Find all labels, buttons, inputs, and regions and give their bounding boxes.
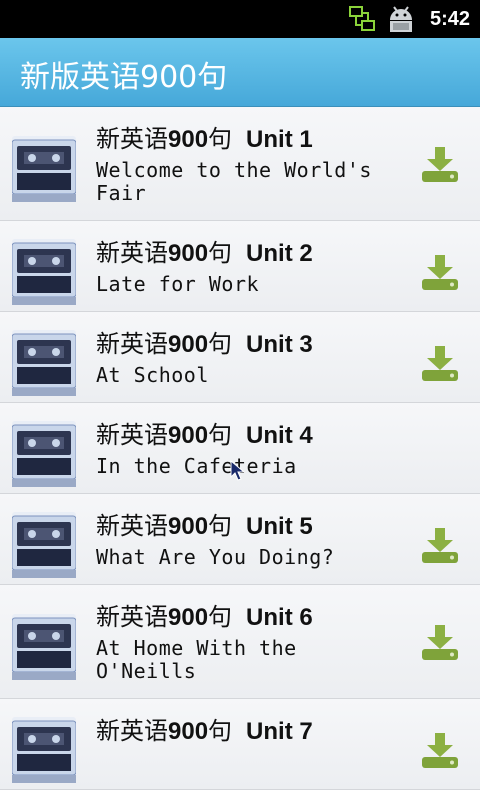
item-title-prefix: 新英语 [96,512,168,540]
item-title: 新英语900句 Unit 6 [96,597,313,632]
download-icon[interactable] [421,346,459,386]
cassette-icon [11,239,77,309]
item-title-number: 900 [168,240,209,267]
item-subtitle: In the Cafeteria [96,454,297,478]
item-title: 新英语900句 Unit 7 [96,711,313,746]
item-title-suffix: 句 [208,239,233,267]
item-title-prefix: 新英语 [96,125,168,153]
item-title: 新英语900句 Unit 1 [96,119,313,154]
status-bar: 5:42 [0,0,480,38]
item-title: 新英语900句 Unit 2 [96,233,313,268]
cassette-icon [11,717,77,787]
status-time: 5:42 [429,8,470,30]
item-unit: Unit 4 [246,422,313,449]
item-title-number: 900 [168,126,209,153]
item-title: 新英语900句 Unit 3 [96,324,313,359]
download-icon[interactable] [421,528,459,568]
download-icon[interactable] [421,147,459,187]
item-title-number: 900 [168,718,209,745]
item-title-prefix: 新英语 [96,421,168,449]
android-debug-icon [390,6,412,32]
item-title-number: 900 [168,422,209,449]
mouse-cursor-icon [230,460,246,481]
item-title-number: 900 [168,604,209,631]
item-unit: Unit 7 [246,718,313,745]
app-title-bar: 新版英语900句 [0,38,480,107]
cassette-icon [11,421,77,491]
item-subtitle: At Home With the O'Neills [96,636,297,683]
list-item[interactable]: 新英语900句 Unit 1 Welcome to the World's Fair [0,107,480,221]
item-unit: Unit 2 [246,240,313,267]
item-title-suffix: 句 [208,603,233,631]
item-title-prefix: 新英语 [96,330,168,358]
item-title-number: 900 [168,513,209,540]
list-item[interactable]: 新英语900句 Unit 2 Late for Work [0,221,480,312]
item-subtitle: Welcome to the World's Fair [96,158,372,205]
download-icon[interactable] [421,625,459,665]
list-item[interactable]: 新英语900句 Unit 3 At School [0,312,480,403]
item-unit: Unit 5 [246,513,313,540]
item-subtitle: Late for Work [96,272,260,296]
item-title-number: 900 [168,331,209,358]
item-title-prefix: 新英语 [96,603,168,631]
item-title-suffix: 句 [208,330,233,358]
item-title-suffix: 句 [208,512,233,540]
item-unit: Unit 1 [246,126,313,153]
item-title-prefix: 新英语 [96,239,168,267]
cassette-icon [11,136,77,206]
item-subtitle: What Are You Doing? [96,545,335,569]
network-sync-icon [349,6,375,31]
cassette-icon [11,512,77,582]
unit-list: 新英语900句 Unit 1 Welcome to the World's Fair… [0,107,480,790]
cassette-icon [11,614,77,684]
item-title-suffix: 句 [208,125,233,153]
download-icon[interactable] [421,255,459,295]
download-icon[interactable] [421,733,459,773]
item-title-suffix: 句 [208,421,233,449]
app-title: 新版英语900句 [20,60,228,95]
item-unit: Unit 3 [246,331,313,358]
list-item[interactable]: 新英语900句 Unit 7 [0,699,480,790]
item-unit: Unit 6 [246,604,313,631]
item-title-prefix: 新英语 [96,717,168,745]
list-item[interactable]: 新英语900句 Unit 6 At Home With the O'Neills [0,585,480,699]
item-title: 新英语900句 Unit 4 [96,415,313,450]
item-title: 新英语900句 Unit 5 [96,506,313,541]
item-subtitle: At School [96,363,209,387]
list-item[interactable]: 新英语900句 Unit 5 What Are You Doing? [0,494,480,585]
cassette-icon [11,330,77,400]
item-title-suffix: 句 [208,717,233,745]
